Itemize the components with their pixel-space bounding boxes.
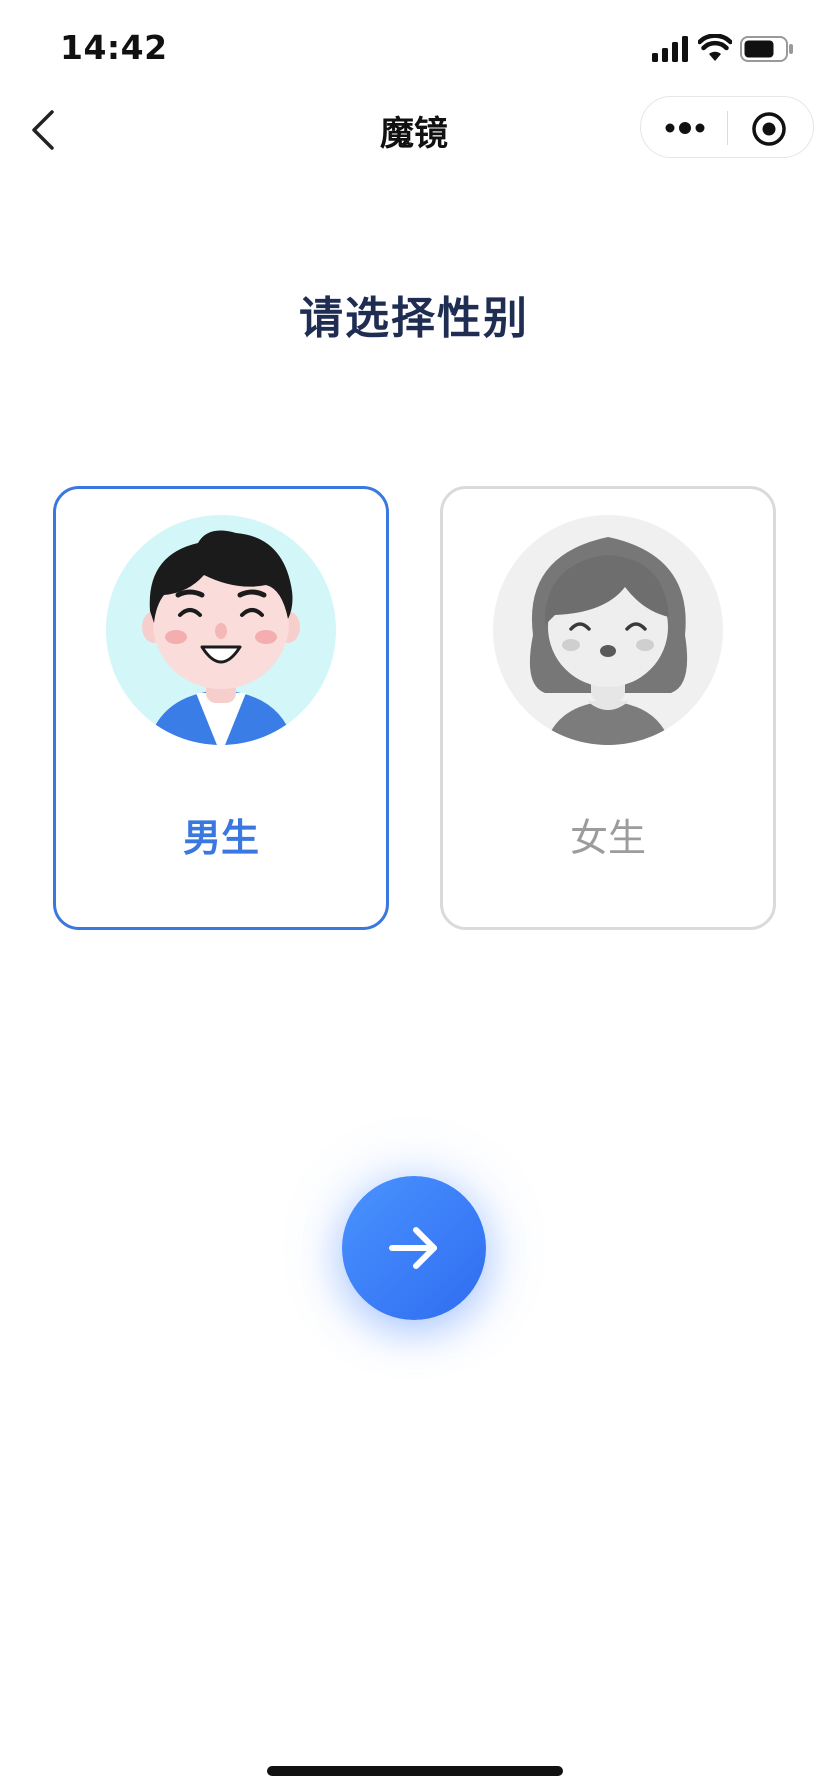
more-icon[interactable] bbox=[663, 115, 707, 141]
female-label: 女生 bbox=[569, 816, 646, 860]
status-time: 14:42 bbox=[60, 28, 168, 67]
signal-icon bbox=[652, 36, 688, 62]
next-button[interactable] bbox=[342, 1176, 486, 1320]
status-bar: 14:42 bbox=[0, 0, 828, 96]
navigation-bar: 魔镜 bbox=[0, 96, 828, 166]
female-option-card[interactable]: 女生 bbox=[440, 486, 776, 930]
female-avatar-icon bbox=[493, 515, 723, 745]
capsule-divider bbox=[727, 111, 728, 145]
gender-select-screen: 14:42 魔镜 请选择性别 男生 女生 bbox=[0, 0, 828, 1792]
wifi-icon bbox=[698, 34, 732, 61]
male-avatar-icon bbox=[106, 515, 336, 745]
page-title: 请选择性别 bbox=[299, 293, 529, 344]
target-icon[interactable] bbox=[751, 111, 787, 147]
mini-program-capsule bbox=[640, 96, 814, 158]
arrow-right-icon bbox=[389, 1227, 437, 1269]
home-indicator bbox=[267, 1766, 563, 1776]
male-option-card[interactable]: 男生 bbox=[53, 486, 389, 930]
battery-icon bbox=[740, 36, 793, 62]
male-label: 男生 bbox=[182, 816, 259, 860]
